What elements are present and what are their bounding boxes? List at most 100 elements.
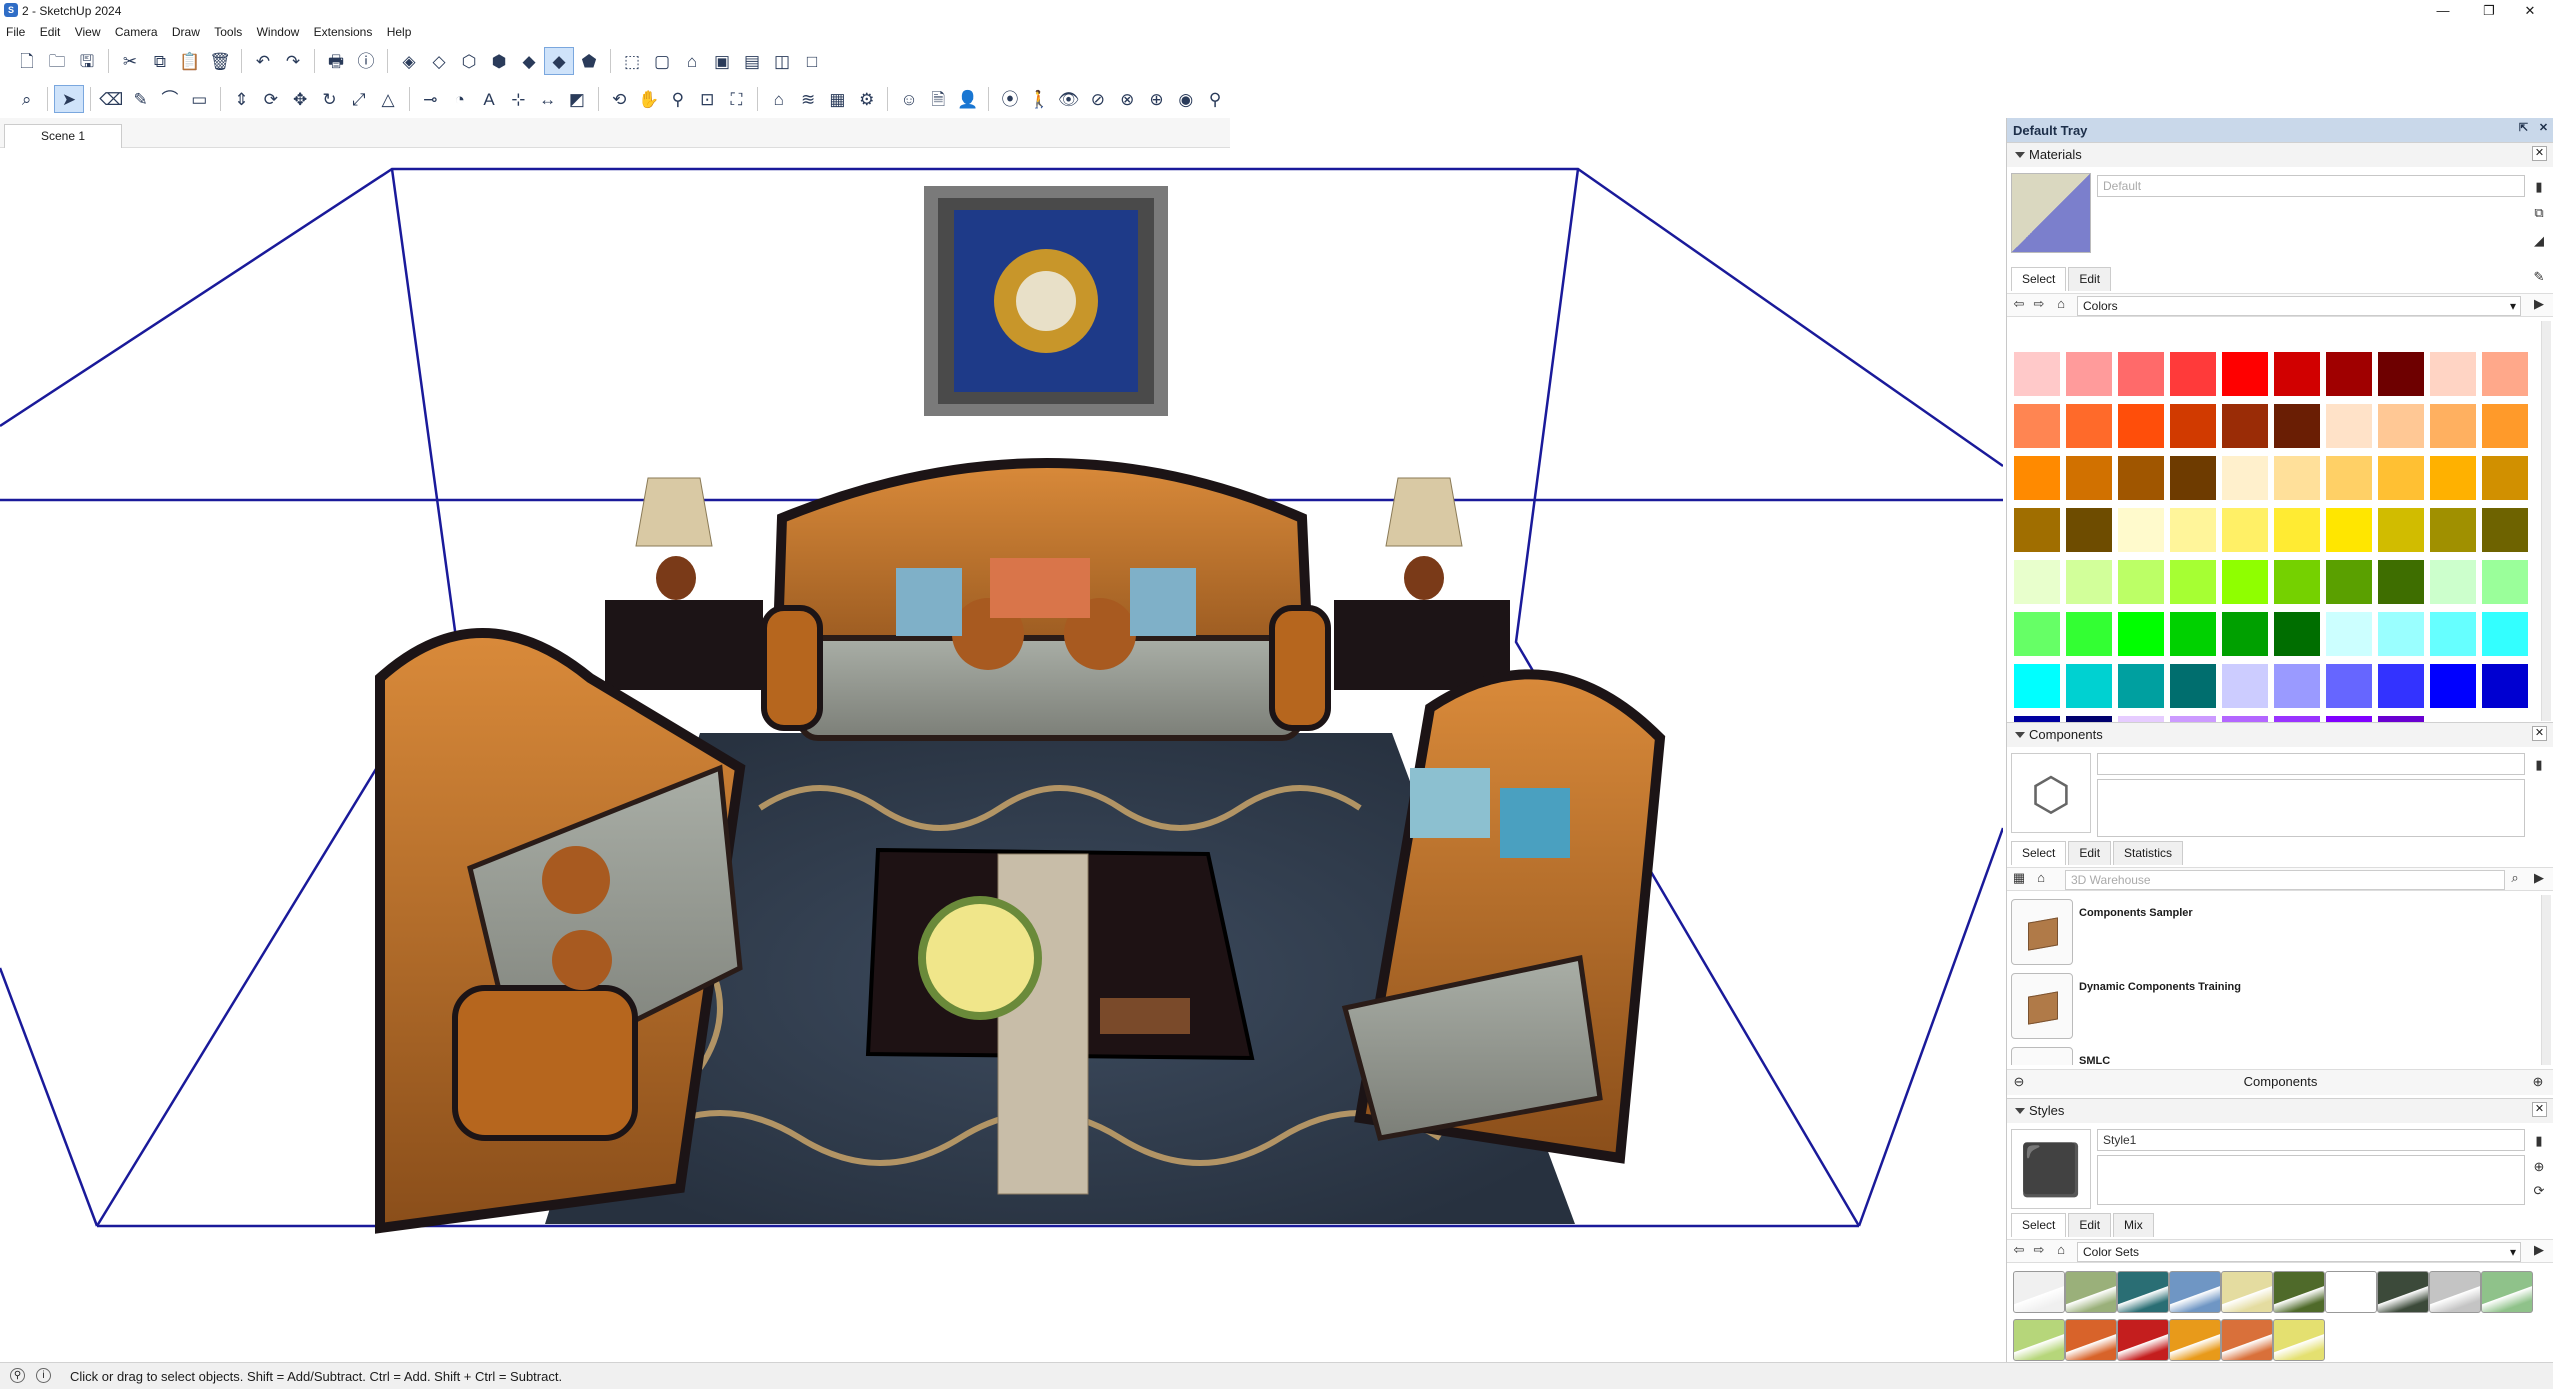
wireframe-icon[interactable]: ⬡	[454, 47, 484, 75]
user-icon[interactable]: 👤	[953, 85, 982, 113]
style-swatch[interactable]	[2429, 1271, 2481, 1313]
line-tool-icon[interactable]: ✎	[126, 85, 155, 113]
color-swatch[interactable]	[2377, 351, 2425, 397]
color-swatch[interactable]	[2169, 663, 2217, 709]
xray-icon[interactable]: ◈	[394, 47, 424, 75]
color-swatch[interactable]	[2221, 663, 2269, 709]
color-swatch[interactable]	[2221, 403, 2269, 449]
zoom-icon[interactable]: ⚲	[663, 85, 692, 113]
front-view-icon[interactable]: ⌂	[677, 47, 707, 75]
zoom-window-icon[interactable]: ⊡	[693, 85, 722, 113]
menu-camera[interactable]: Camera	[109, 22, 163, 39]
left-view-icon[interactable]: ◫	[767, 47, 797, 75]
look-around-icon[interactable]: 👁	[1054, 85, 1083, 113]
color-swatch[interactable]	[2481, 403, 2529, 449]
zoom-extents-icon[interactable]: ⛶	[722, 85, 751, 113]
axes-icon[interactable]: ⊹	[504, 85, 533, 113]
close-button[interactable]: ✕	[2507, 0, 2553, 22]
components-tab-statistics[interactable]: Statistics	[2113, 841, 2184, 865]
color-swatch[interactable]	[2481, 507, 2529, 553]
color-swatch[interactable]	[2013, 507, 2061, 553]
forward-icon[interactable]: ⇨	[2029, 1240, 2049, 1260]
eye-icon[interactable]: ◉	[1171, 85, 1200, 113]
default-paint-icon[interactable]: ◢	[2529, 231, 2549, 251]
model-info-icon[interactable]: ⓘ	[351, 47, 381, 75]
monochrome-icon[interactable]: ⬟	[574, 47, 604, 75]
color-swatch[interactable]	[2169, 559, 2217, 605]
list-item[interactable]: Components Sampler	[2011, 899, 2531, 969]
color-swatch[interactable]	[2169, 351, 2217, 397]
color-swatch[interactable]	[2481, 455, 2529, 501]
menu-window[interactable]: Window	[251, 22, 305, 39]
components-close-icon[interactable]: ✕	[2532, 726, 2547, 741]
3d-warehouse-icon[interactable]: ⌂	[764, 85, 793, 113]
tray-close-icon[interactable]: ✕	[2536, 122, 2551, 137]
follow-me-icon[interactable]: △	[373, 85, 402, 113]
orbit-icon[interactable]: ⟲	[605, 85, 634, 113]
color-swatch[interactable]	[2013, 455, 2061, 501]
color-swatch[interactable]	[2377, 455, 2425, 501]
select-tool-icon[interactable]: ➤	[54, 85, 84, 113]
color-swatch[interactable]	[2065, 611, 2113, 657]
menu-tools[interactable]: Tools	[208, 22, 247, 39]
color-swatch[interactable]	[2377, 559, 2425, 605]
scene-tab[interactable]: Scene 1	[4, 124, 122, 148]
color-swatch[interactable]	[2065, 507, 2113, 553]
sample-paint-icon[interactable]: ▮	[2529, 177, 2549, 197]
color-swatch[interactable]	[2065, 455, 2113, 501]
component-options-icon[interactable]: ▮	[2529, 755, 2549, 775]
color-swatch[interactable]	[2221, 611, 2269, 657]
color-swatch[interactable]	[2013, 351, 2061, 397]
section-plane-icon[interactable]: ◩	[562, 85, 591, 113]
redo-icon[interactable]: ↷	[278, 47, 308, 75]
style-swatch[interactable]	[2065, 1319, 2117, 1361]
component-description-field[interactable]	[2097, 779, 2525, 837]
components-header[interactable]: Components ✕	[2007, 723, 2553, 747]
style-swatch[interactable]	[2221, 1271, 2273, 1313]
styles-library-select[interactable]: Color Sets ▾	[2077, 1242, 2521, 1262]
color-swatch[interactable]	[2273, 507, 2321, 553]
section-cut-icon[interactable]: ⊘	[1083, 85, 1112, 113]
style-swatch[interactable]	[2481, 1271, 2533, 1313]
color-swatch[interactable]	[2169, 403, 2217, 449]
color-swatch[interactable]	[2273, 403, 2321, 449]
new-file-icon[interactable]: 🗋	[12, 47, 42, 75]
materials-header[interactable]: Materials ✕	[2007, 143, 2553, 167]
walk-icon[interactable]: 🚶	[1025, 85, 1054, 113]
color-swatch[interactable]	[2065, 351, 2113, 397]
create-material-icon[interactable]: ⧉	[2529, 203, 2549, 223]
component-name-field[interactable]	[2097, 753, 2525, 775]
forward-icon[interactable]: ⇨	[2029, 294, 2049, 314]
trimble-connect-icon[interactable]: ⚙	[852, 85, 881, 113]
color-swatch[interactable]	[2117, 611, 2165, 657]
arc-tool-icon[interactable]: ⌒	[155, 85, 184, 113]
color-swatch[interactable]	[2481, 663, 2529, 709]
color-swatch[interactable]	[2325, 403, 2373, 449]
style-swatch[interactable]	[2013, 1319, 2065, 1361]
menu-view[interactable]: View	[69, 22, 106, 39]
walk-person-icon[interactable]: ⚲	[1200, 85, 1229, 113]
back-view-icon[interactable]: ▤	[737, 47, 767, 75]
color-swatch[interactable]	[2273, 611, 2321, 657]
color-swatch[interactable]	[2169, 611, 2217, 657]
style-swatch[interactable]	[2273, 1319, 2325, 1361]
menu-help[interactable]: Help	[381, 22, 417, 39]
home-icon[interactable]: ⌂	[2051, 1240, 2071, 1260]
color-swatch[interactable]	[2325, 507, 2373, 553]
menu-draw[interactable]: Draw	[166, 22, 205, 39]
components-footer[interactable]: ⊖ Components ⊕	[2007, 1069, 2553, 1095]
home-icon[interactable]: ⌂	[2031, 868, 2051, 888]
back-edges-icon[interactable]: ◇	[424, 47, 454, 75]
document-icon[interactable]: 🗎	[924, 85, 953, 113]
color-swatch[interactable]	[2221, 559, 2269, 605]
color-swatch[interactable]	[2429, 611, 2477, 657]
materials-close-icon[interactable]: ✕	[2532, 146, 2547, 161]
tray-pin-icon[interactable]: ⇱	[2516, 122, 2531, 137]
material-name-field[interactable]: Default	[2097, 175, 2525, 197]
color-swatch[interactable]	[2481, 611, 2529, 657]
shaded-icon[interactable]: ◆	[514, 47, 544, 75]
materials-library-select[interactable]: Colors ▾	[2077, 296, 2521, 316]
materials-tab-edit[interactable]: Edit	[2068, 267, 2112, 291]
back-icon[interactable]: ⇦	[2009, 1240, 2029, 1260]
bottom-view-icon[interactable]: □	[797, 47, 827, 75]
